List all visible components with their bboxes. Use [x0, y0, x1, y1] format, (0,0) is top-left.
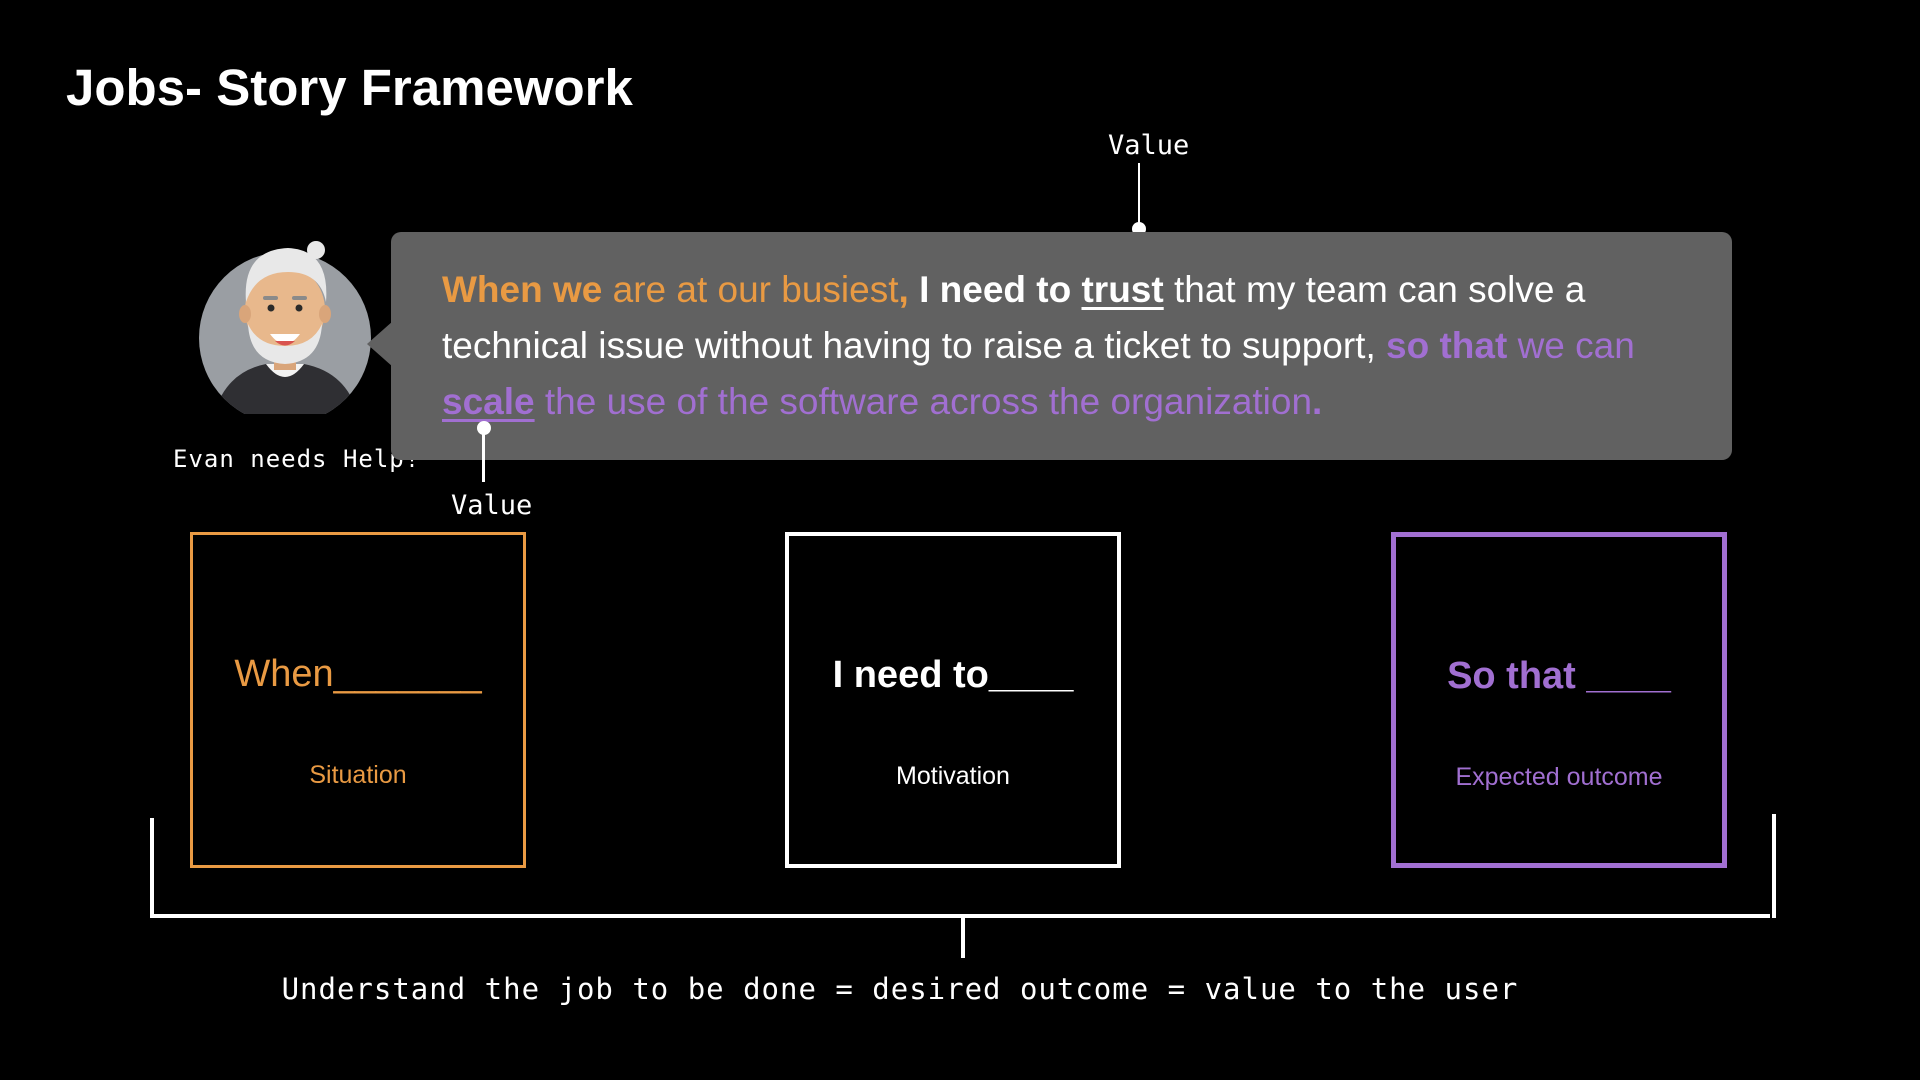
box-motivation-subtitle: Motivation	[896, 762, 1010, 790]
bracket-left	[150, 818, 154, 918]
story-i-need-to: I need to	[908, 269, 1082, 310]
bracket-bottom	[150, 914, 1770, 918]
avatar-illustration	[199, 241, 371, 414]
story-we-can: we can	[1507, 325, 1635, 366]
top-value-line	[1138, 163, 1140, 225]
box-outcome-title: So that ____	[1447, 655, 1671, 697]
story-situation: are at our busiest	[602, 269, 899, 310]
avatar-caption: Evan needs Help!	[173, 445, 421, 473]
box-situation-subtitle: Situation	[309, 761, 407, 789]
story-trust: trust	[1081, 269, 1164, 310]
top-value-label: Value	[1108, 130, 1190, 161]
slide: Jobs- Story Framework Value Evan needs H…	[0, 0, 1920, 1080]
story-outcome: the use of the software across the organ…	[534, 381, 1313, 422]
story-so-that: so that	[1386, 325, 1508, 366]
story-when-we: When we	[442, 269, 603, 310]
title-rest: Story Framework	[202, 59, 633, 116]
speech-bubble-tail	[367, 321, 393, 367]
speech-bubble: When we are at our busiest, I need to tr…	[391, 232, 1732, 460]
box-situation-title: When_______	[234, 653, 482, 695]
box-outcome-subtitle: Expected outcome	[1455, 763, 1663, 791]
title-bold: Jobs-	[66, 59, 203, 116]
box-motivation-title: I need to____	[832, 654, 1074, 696]
bottom-value-line	[482, 432, 485, 482]
box-outcome: So that ____ Expected outcome	[1391, 532, 1727, 868]
story-period: .	[1312, 381, 1323, 422]
box-motivation: I need to____ Motivation	[785, 532, 1121, 868]
page-title: Jobs- Story Framework	[66, 58, 633, 118]
story-comma: ,	[898, 269, 909, 310]
story-scale: scale	[442, 381, 535, 422]
bracket-right	[1772, 814, 1776, 918]
bracket-stem	[961, 918, 965, 958]
bottom-value-label: Value	[451, 490, 533, 521]
footer-statement: Understand the job to be done = desired …	[281, 972, 1519, 1006]
box-situation: When_______ Situation	[190, 532, 526, 868]
